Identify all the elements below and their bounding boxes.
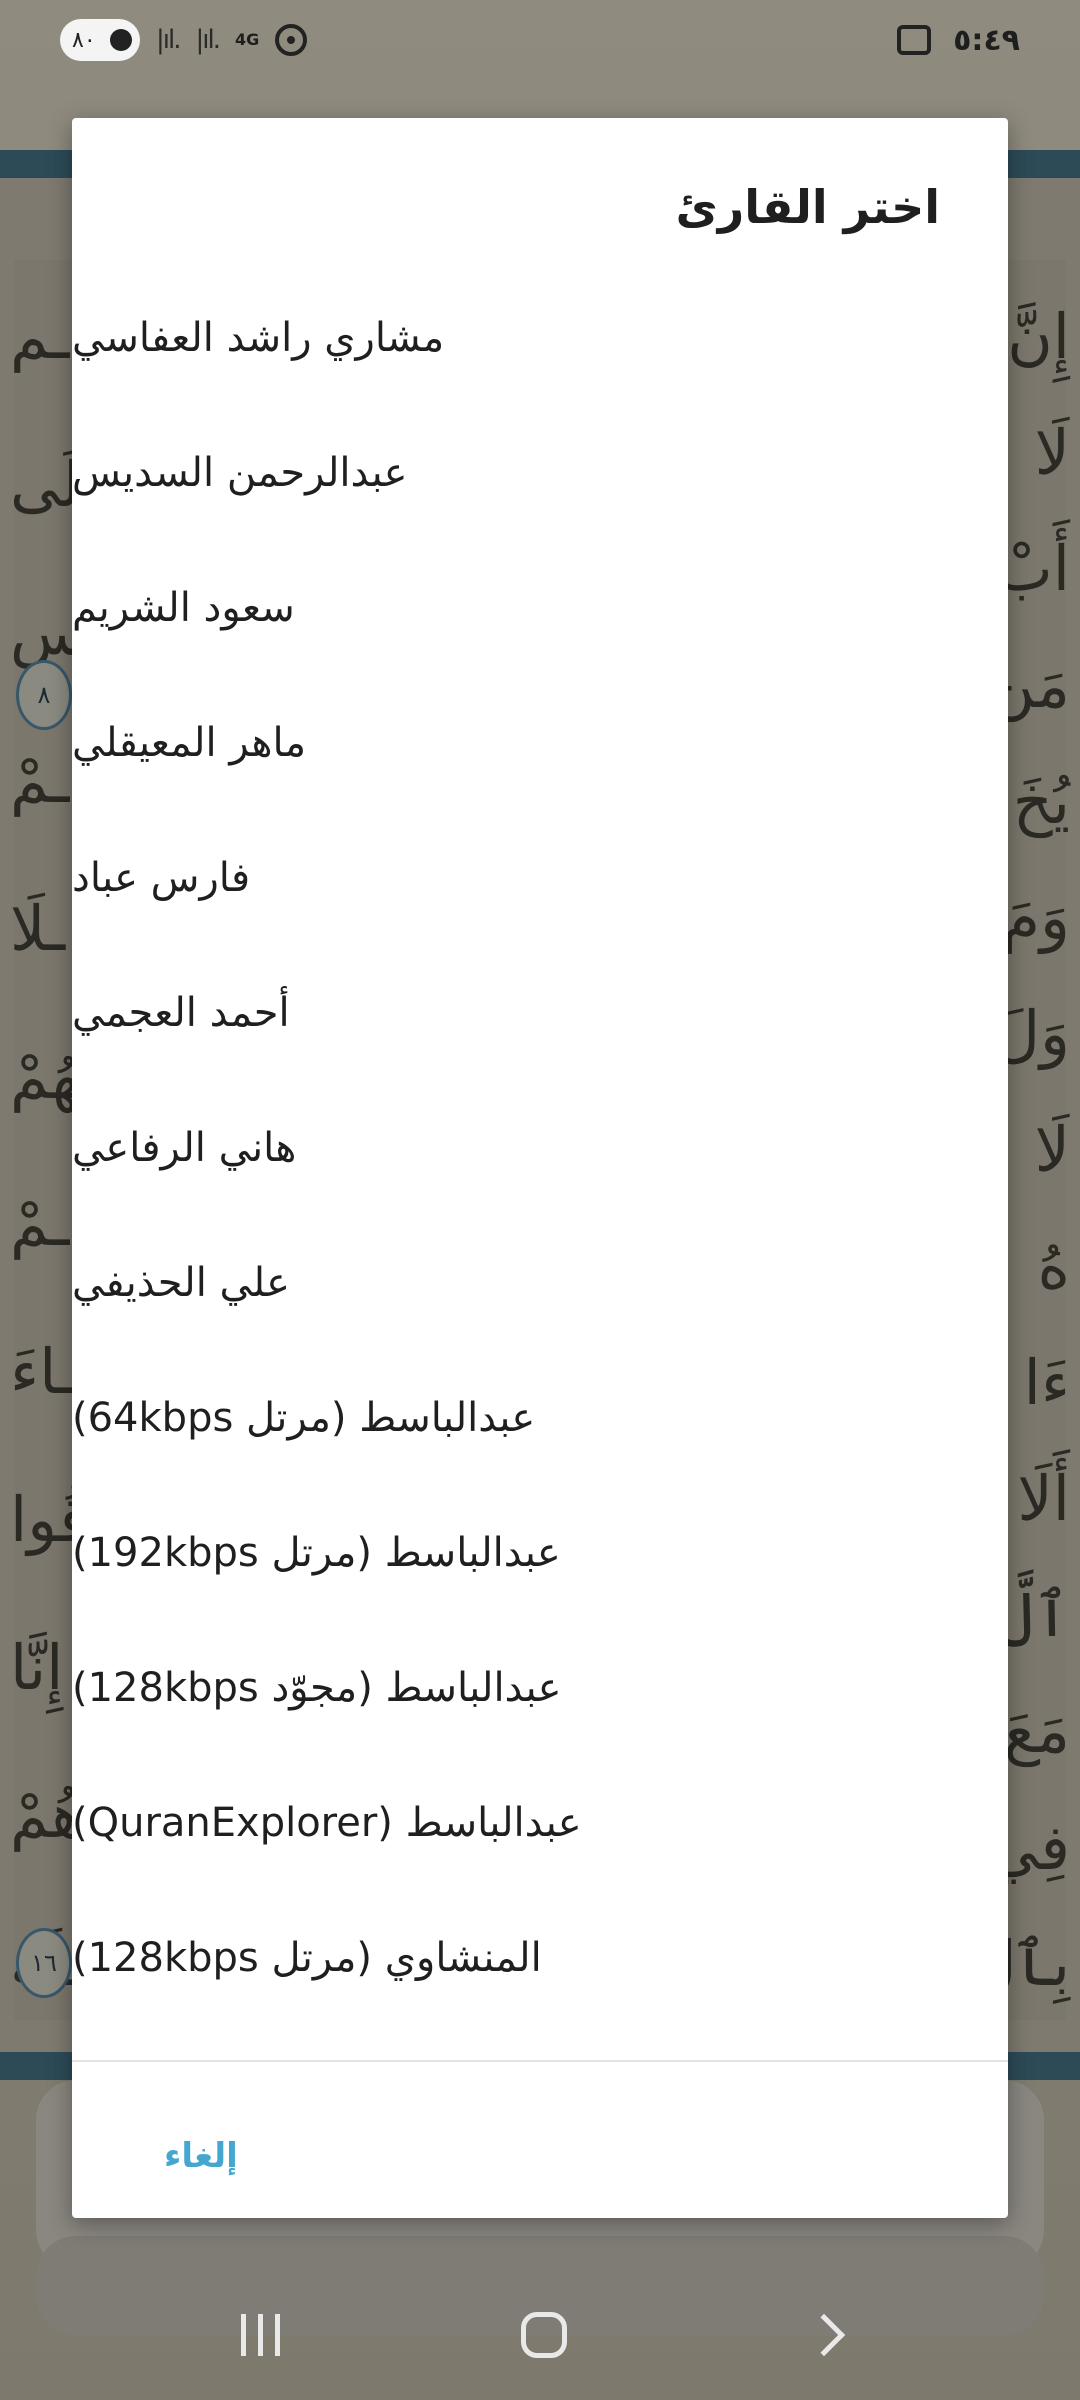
- signal-icon: |ıl.: [156, 25, 182, 55]
- reciter-item[interactable]: عبدالباسط (مرتل 64kbps): [72, 1350, 1008, 1485]
- reciter-item[interactable]: مشاري راشد العفاسي: [72, 270, 1008, 405]
- home-icon[interactable]: [521, 2312, 568, 2358]
- reciter-dialog: اختر القارئ مشاري راشد العفاسي عبدالرحمن…: [72, 118, 1008, 2218]
- status-bar: ٨٠ |ıl. |ıl. 4G ٥:٤٩: [0, 0, 1080, 80]
- reciter-item[interactable]: فارس عباد: [72, 810, 1008, 945]
- reciter-item[interactable]: ماهر المعيقلي: [72, 675, 1008, 810]
- navigation-bar: [0, 2270, 1080, 2400]
- clock: ٥:٤٩: [953, 22, 1020, 58]
- reciter-list: مشاري راشد العفاسي عبدالرحمن السديس سعود…: [72, 270, 1008, 2025]
- cancel-button[interactable]: إلغاء: [164, 2136, 238, 2176]
- reciter-item[interactable]: عبدالباسط (QuranExplorer): [72, 1755, 1008, 1890]
- reciter-item[interactable]: المنشاوي (مرتل 128kbps): [72, 1890, 1008, 2025]
- status-left: ٨٠ |ıl. |ıl. 4G: [60, 19, 308, 61]
- reciter-item[interactable]: عبدالباسط (مجوّد 128kbps): [72, 1620, 1008, 1755]
- dialog-title: اختر القارئ: [675, 180, 940, 234]
- hotspot-icon: [275, 24, 308, 56]
- screenshot-icon: [897, 25, 932, 55]
- verse-marker: ١٦: [16, 1928, 72, 1998]
- reciter-item[interactable]: عبدالرحمن السديس: [72, 405, 1008, 540]
- signal-icon-2: |ıl.: [195, 25, 221, 55]
- battery-saver-icon: [110, 29, 132, 51]
- reciter-item[interactable]: علي الحذيفي: [72, 1215, 1008, 1350]
- recents-icon[interactable]: [240, 2314, 280, 2356]
- status-right: ٥:٤٩: [897, 23, 1020, 58]
- network-type: 4G: [234, 30, 260, 49]
- verse-marker: ٨: [16, 660, 72, 730]
- back-icon[interactable]: [802, 2313, 846, 2357]
- battery-indicator: ٨٠: [60, 19, 140, 61]
- reciter-item[interactable]: عبدالباسط (مرتل 192kbps): [72, 1485, 1008, 1620]
- reciter-item[interactable]: هاني الرفاعي: [72, 1080, 1008, 1215]
- reciter-item[interactable]: أحمد العجمي: [72, 945, 1008, 1080]
- dialog-divider: [72, 2060, 1008, 2062]
- reciter-item[interactable]: سعود الشريم: [72, 540, 1008, 675]
- battery-level: ٨٠: [72, 27, 96, 53]
